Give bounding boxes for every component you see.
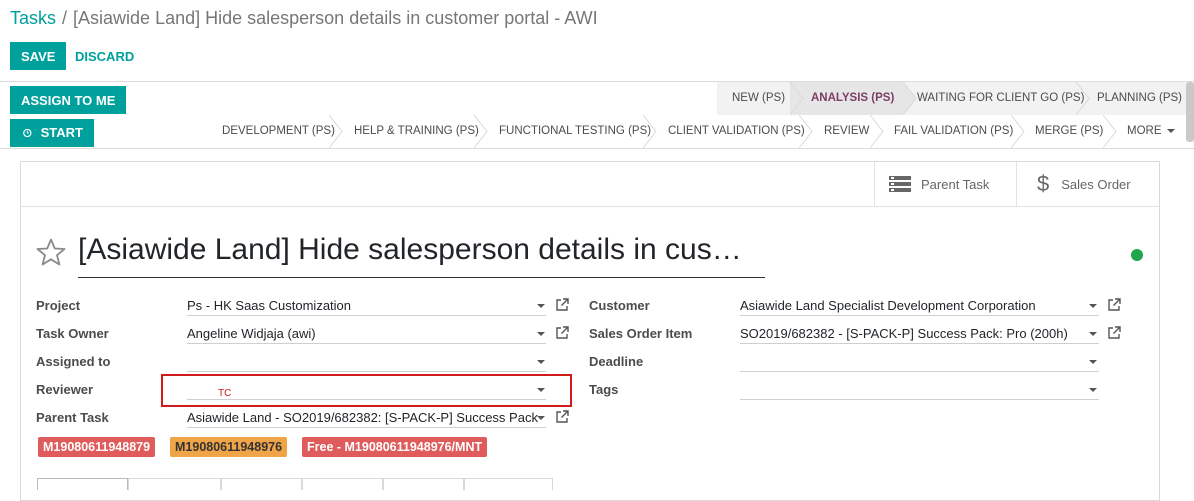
external-link-icon[interactable]	[1107, 298, 1121, 312]
sales-order-item-field[interactable]: SO2019/682382 - [S-PACK-P] Success Pack:…	[740, 324, 1099, 344]
stage-functional-testing[interactable]: FUNCTIONAL TESTING (PS)	[499, 125, 651, 137]
parent-task-field[interactable]: Asiawide Land - SO2019/682382: [S-PACK-P…	[187, 408, 546, 428]
reviewer-label: Reviewer	[36, 382, 94, 397]
caret-down-icon[interactable]	[537, 304, 545, 308]
notebook-tab[interactable]	[37, 478, 128, 490]
stage-more-dropdown[interactable]: MORE	[1127, 125, 1175, 137]
clock-icon	[23, 128, 32, 138]
assigned-to-field[interactable]	[187, 352, 546, 372]
notebook-tab[interactable]	[383, 478, 464, 490]
breadcrumb-tasks-link[interactable]: Tasks	[10, 8, 56, 28]
caret-down-icon	[1166, 129, 1175, 133]
button-box-divider	[21, 206, 1159, 207]
caret-down-icon[interactable]	[537, 360, 545, 364]
stage-more-label: MORE	[1127, 125, 1162, 137]
dollar-icon: $	[1037, 171, 1050, 196]
deadline-field[interactable]	[740, 352, 1099, 372]
external-link-icon[interactable]	[555, 410, 569, 424]
customer-label: Customer	[589, 298, 650, 313]
stage-new[interactable]: NEW (PS)	[732, 92, 785, 104]
assign-to-me-button[interactable]: ASSIGN TO ME	[10, 86, 127, 114]
notebook-tab[interactable]	[302, 478, 383, 490]
stage-development[interactable]: DEVELOPMENT (PS)	[222, 125, 335, 137]
stage-chevron	[1103, 115, 1117, 148]
parent-task-button[interactable]: Parent Task	[874, 162, 1016, 206]
stage-help-training[interactable]: HELP & TRAINING (PS)	[354, 125, 479, 137]
assigned-to-label: Assigned to	[36, 354, 111, 369]
discard-button[interactable]: DISCARD	[75, 49, 134, 64]
annotation-text: TC	[218, 388, 232, 399]
sales-order-button[interactable]: $ Sales Order	[1016, 162, 1159, 206]
tags-field[interactable]	[740, 380, 1099, 400]
task-owner-label: Task Owner	[36, 326, 109, 341]
stage-chevron	[790, 82, 804, 115]
stage-analysis[interactable]: ANALYSIS (PS)	[811, 92, 894, 104]
notebook-tab[interactable]	[128, 478, 221, 490]
stage-chevron	[799, 115, 813, 148]
caret-down-icon[interactable]	[1089, 360, 1097, 364]
divider	[0, 148, 1194, 149]
parent-task-label: Parent Task	[921, 176, 990, 192]
start-button[interactable]: START	[10, 119, 94, 147]
stage-merge[interactable]: MERGE (PS)	[1035, 125, 1103, 137]
stage-chevron	[1011, 115, 1025, 148]
scrollbar[interactable]	[1186, 82, 1194, 142]
sales-order-label: Sales Order	[1061, 176, 1131, 192]
stage-chevron	[903, 82, 917, 115]
stage-fail-validation[interactable]: FAIL VALIDATION (PS)	[894, 125, 1013, 137]
stage-planning[interactable]: PLANNING (PS)	[1097, 92, 1182, 104]
task-title-input[interactable]: [Asiawide Land] Hide salesperson details…	[78, 233, 742, 267]
tag-badge[interactable]: M19080611948879	[38, 437, 156, 457]
tag-badge[interactable]: Free - M19080611948976/MNT	[302, 437, 488, 457]
caret-down-icon[interactable]	[1089, 332, 1097, 336]
stage-chevron	[870, 115, 884, 148]
title-underline	[78, 277, 765, 278]
breadcrumb: Tasks / [Asiawide Land] Hide salesperson d…	[10, 8, 598, 29]
list-icon	[889, 176, 911, 192]
caret-down-icon[interactable]	[1089, 304, 1097, 308]
stage-chevron	[643, 115, 657, 148]
caret-down-icon[interactable]	[1089, 388, 1097, 392]
star-outline-icon[interactable]	[36, 238, 66, 266]
start-label: START	[40, 125, 83, 140]
breadcrumb-current: [Asiawide Land] Hide salesperson details…	[73, 8, 598, 28]
caret-down-icon[interactable]	[537, 416, 545, 420]
sales-order-item-label: Sales Order Item	[589, 326, 693, 341]
tags-label: Tags	[589, 382, 619, 397]
stage-review[interactable]: REVIEW	[824, 125, 869, 137]
save-button[interactable]: SAVE	[10, 42, 67, 70]
external-link-icon[interactable]	[1107, 326, 1121, 340]
kanban-state-indicator[interactable]	[1131, 249, 1143, 261]
customer-field[interactable]: Asiawide Land Specialist Development Cor…	[740, 296, 1099, 316]
parent-task-field-label: Parent Task	[36, 410, 109, 425]
breadcrumb-separator: /	[62, 8, 68, 28]
task-owner-field[interactable]: Angeline Widjaja (awi)	[187, 324, 546, 344]
notebook-tab[interactable]	[221, 478, 302, 490]
external-link-icon[interactable]	[555, 326, 569, 340]
caret-down-icon[interactable]	[537, 332, 545, 336]
project-label: Project	[36, 298, 81, 313]
stage-waiting-for-client-go[interactable]: WAITING FOR CLIENT GO (PS)	[917, 92, 1084, 104]
deadline-label: Deadline	[589, 354, 644, 369]
notebook-tab[interactable]	[464, 478, 553, 490]
stage-client-validation[interactable]: CLIENT VALIDATION (PS)	[668, 125, 805, 137]
tag-badge[interactable]: M19080611948976	[170, 437, 288, 457]
project-field[interactable]: Ps - HK Saas Customization	[187, 296, 546, 316]
external-link-icon[interactable]	[555, 298, 569, 312]
stage-chevron	[474, 115, 488, 148]
stage-chevron	[329, 115, 343, 148]
